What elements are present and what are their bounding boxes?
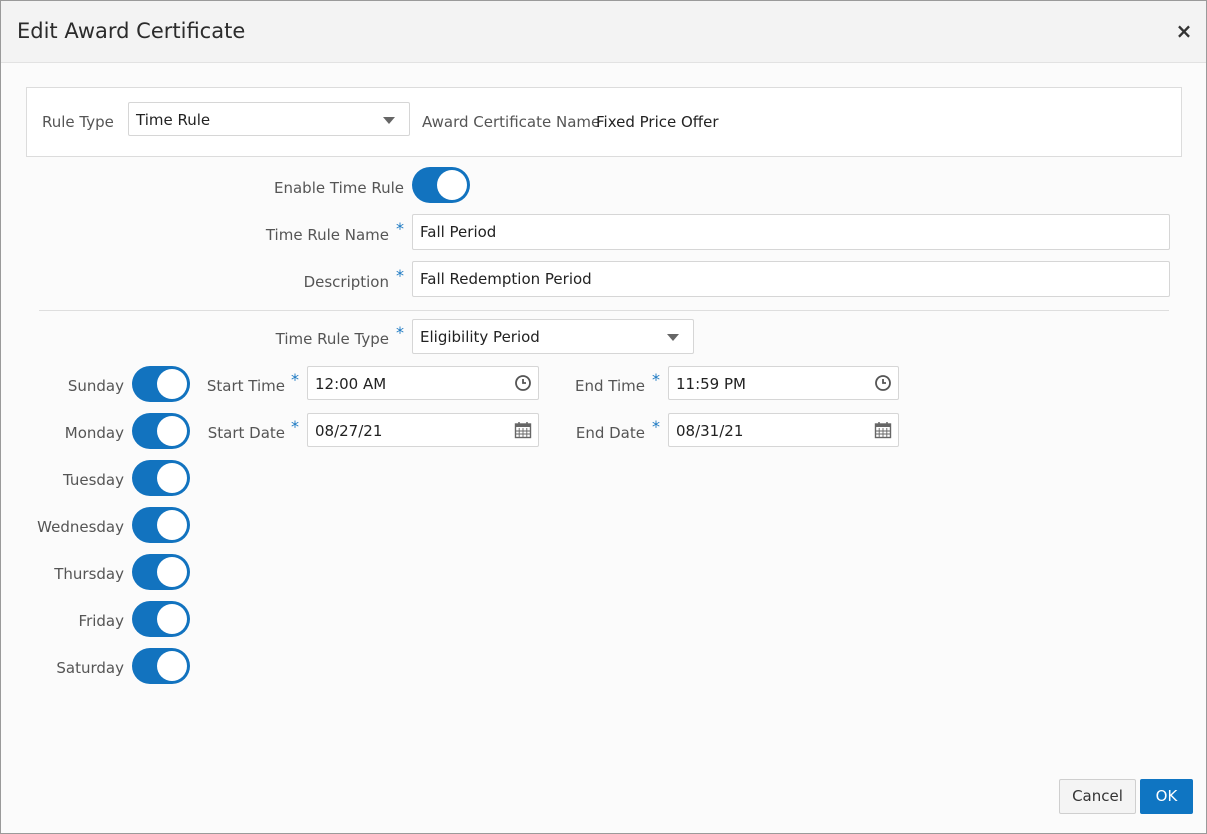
time-rule-type-value: Eligibility Period: [420, 328, 540, 346]
day-label-wednesday: Wednesday: [37, 518, 124, 536]
end-time-input[interactable]: 11:59 PM: [668, 366, 899, 400]
start-date-value: 08/27/21: [315, 422, 383, 440]
section-divider: [39, 310, 1169, 311]
clock-icon[interactable]: [514, 374, 532, 392]
calendar-icon[interactable]: [874, 421, 892, 439]
rule-type-label: Rule Type: [42, 113, 114, 131]
award-certificate-name-label: Award Certificate Name: [422, 113, 601, 131]
sunday-toggle[interactable]: [132, 366, 190, 402]
toggle-knob: [157, 510, 187, 540]
start-date-label: Start Date: [207, 424, 285, 442]
end-date-input[interactable]: 08/31/21: [668, 413, 899, 447]
wednesday-toggle[interactable]: [132, 507, 190, 543]
time-rule-name-value: Fall Period: [420, 223, 497, 241]
time-rule-type-label: Time Rule Type: [275, 330, 389, 348]
clock-icon[interactable]: [874, 374, 892, 392]
rule-type-value: Time Rule: [136, 111, 211, 129]
rule-type-select[interactable]: Time Rule: [128, 102, 410, 136]
enable-time-rule-toggle[interactable]: [412, 167, 470, 203]
day-label-tuesday: Tuesday: [62, 471, 124, 489]
end-date-label: End Date: [575, 424, 645, 442]
end-time-value: 11:59 PM: [676, 375, 746, 393]
enable-time-rule-label: Enable Time Rule: [274, 179, 404, 197]
saturday-toggle[interactable]: [132, 648, 190, 684]
chevron-down-icon: [667, 334, 679, 341]
chevron-down-icon: [383, 117, 395, 124]
description-value: Fall Redemption Period: [420, 270, 592, 288]
toggle-knob: [437, 170, 467, 200]
description-label: Description: [303, 273, 389, 291]
dialog-title: Edit Award Certificate: [17, 19, 246, 43]
toggle-knob: [157, 463, 187, 493]
edit-award-certificate-dialog: Edit Award Certificate × Rule Type Time …: [0, 0, 1207, 834]
time-rule-name-label: Time Rule Name: [265, 226, 389, 244]
day-label-saturday: Saturday: [56, 659, 124, 677]
day-label-monday: Monday: [64, 424, 124, 442]
tuesday-toggle[interactable]: [132, 460, 190, 496]
close-icon[interactable]: ×: [1174, 21, 1194, 41]
toggle-knob: [157, 651, 187, 681]
start-time-input[interactable]: 12:00 AM: [307, 366, 539, 400]
calendar-icon[interactable]: [514, 421, 532, 439]
dialog-header: Edit Award Certificate ×: [1, 1, 1206, 63]
day-label-friday: Friday: [78, 612, 124, 630]
start-time-label: Start Time: [206, 377, 285, 395]
toggle-knob: [157, 369, 187, 399]
end-date-value: 08/31/21: [676, 422, 744, 440]
friday-toggle[interactable]: [132, 601, 190, 637]
thursday-toggle[interactable]: [132, 554, 190, 590]
required-asterisk: *: [396, 266, 404, 285]
rule-type-panel: Rule Type Time Rule Award Certificate Na…: [26, 87, 1182, 157]
toggle-knob: [157, 416, 187, 446]
required-asterisk: *: [652, 370, 660, 389]
required-asterisk: *: [396, 323, 404, 342]
toggle-knob: [157, 604, 187, 634]
start-date-input[interactable]: 08/27/21: [307, 413, 539, 447]
cancel-button[interactable]: Cancel: [1059, 779, 1136, 814]
required-asterisk: *: [652, 417, 660, 436]
time-rule-type-select[interactable]: Eligibility Period: [412, 319, 694, 354]
day-label-sunday: Sunday: [67, 377, 124, 395]
required-asterisk: *: [291, 417, 299, 436]
ok-button[interactable]: OK: [1140, 779, 1193, 814]
time-rule-name-input[interactable]: Fall Period: [412, 214, 1170, 250]
monday-toggle[interactable]: [132, 413, 190, 449]
end-time-label: End Time: [575, 377, 645, 395]
required-asterisk: *: [396, 219, 404, 238]
day-label-thursday: Thursday: [54, 565, 124, 583]
description-input[interactable]: Fall Redemption Period: [412, 261, 1170, 297]
start-time-value: 12:00 AM: [315, 375, 387, 393]
award-certificate-name-value: Fixed Price Offer: [596, 113, 719, 131]
required-asterisk: *: [291, 370, 299, 389]
toggle-knob: [157, 557, 187, 587]
